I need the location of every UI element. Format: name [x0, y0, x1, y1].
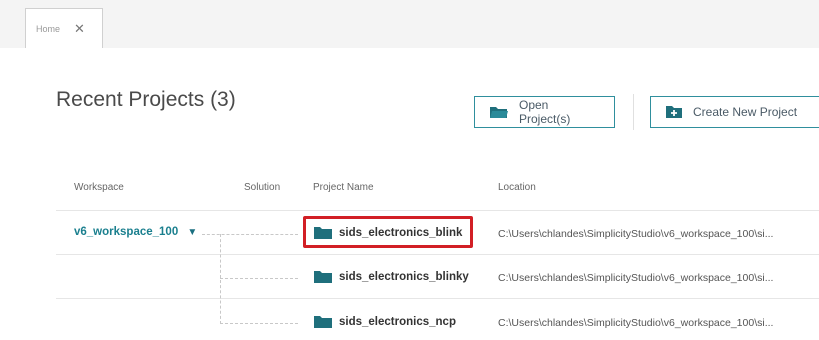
open-project-button[interactable]: Open Project(s) [474, 96, 615, 128]
open-project-label: Open Project(s) [519, 98, 571, 126]
project-name: sids_electronics_ncp [339, 315, 456, 328]
project-location: C:\Users\chlandes\SimplicityStudio\v6_wo… [498, 272, 774, 284]
project-row-2[interactable]: sids_electronics_blinky [314, 270, 469, 283]
create-new-project-label: Create New Project [693, 105, 798, 119]
tab-bar: Home ✕ [0, 0, 819, 49]
close-icon[interactable]: ✕ [74, 22, 85, 35]
project-location: C:\Users\chlandes\SimplicityStudio\v6_wo… [498, 317, 774, 329]
header-divider [56, 210, 819, 211]
create-new-project-button[interactable]: Create New Project [650, 96, 819, 128]
tree-connector [220, 323, 298, 324]
project-name: sids_electronics_blinky [339, 270, 469, 283]
row-divider [56, 298, 819, 299]
folder-icon [314, 315, 332, 328]
workspace-name: v6_workspace_100 [74, 226, 179, 238]
folder-icon [314, 270, 332, 283]
tree-connector [220, 278, 298, 279]
tree-connector [220, 234, 221, 324]
page-title: Recent Projects (3) [56, 88, 236, 111]
folder-open-icon [489, 105, 509, 119]
tab-home-label: Home [36, 23, 61, 34]
workspace-item[interactable]: v6_workspace_100 ▼ [74, 226, 197, 238]
folder-add-icon [665, 105, 683, 119]
home-content: Recent Projects (3) Open Project(s) Crea… [0, 48, 819, 340]
tab-home[interactable]: Home ✕ [25, 8, 103, 48]
toolbar-divider [633, 94, 634, 130]
selection-highlight-box [303, 216, 473, 248]
column-header-location: Location [498, 182, 536, 193]
project-row-3[interactable]: sids_electronics_ncp [314, 315, 456, 328]
row-divider [56, 254, 819, 255]
column-header-workspace: Workspace [74, 182, 124, 193]
column-header-solution: Solution [244, 182, 281, 193]
triangle-down-icon[interactable]: ▼ [187, 227, 197, 238]
project-location: C:\Users\chlandes\SimplicityStudio\v6_wo… [498, 228, 774, 240]
tree-connector [202, 234, 298, 235]
column-header-project-name: Project Name [313, 182, 374, 193]
